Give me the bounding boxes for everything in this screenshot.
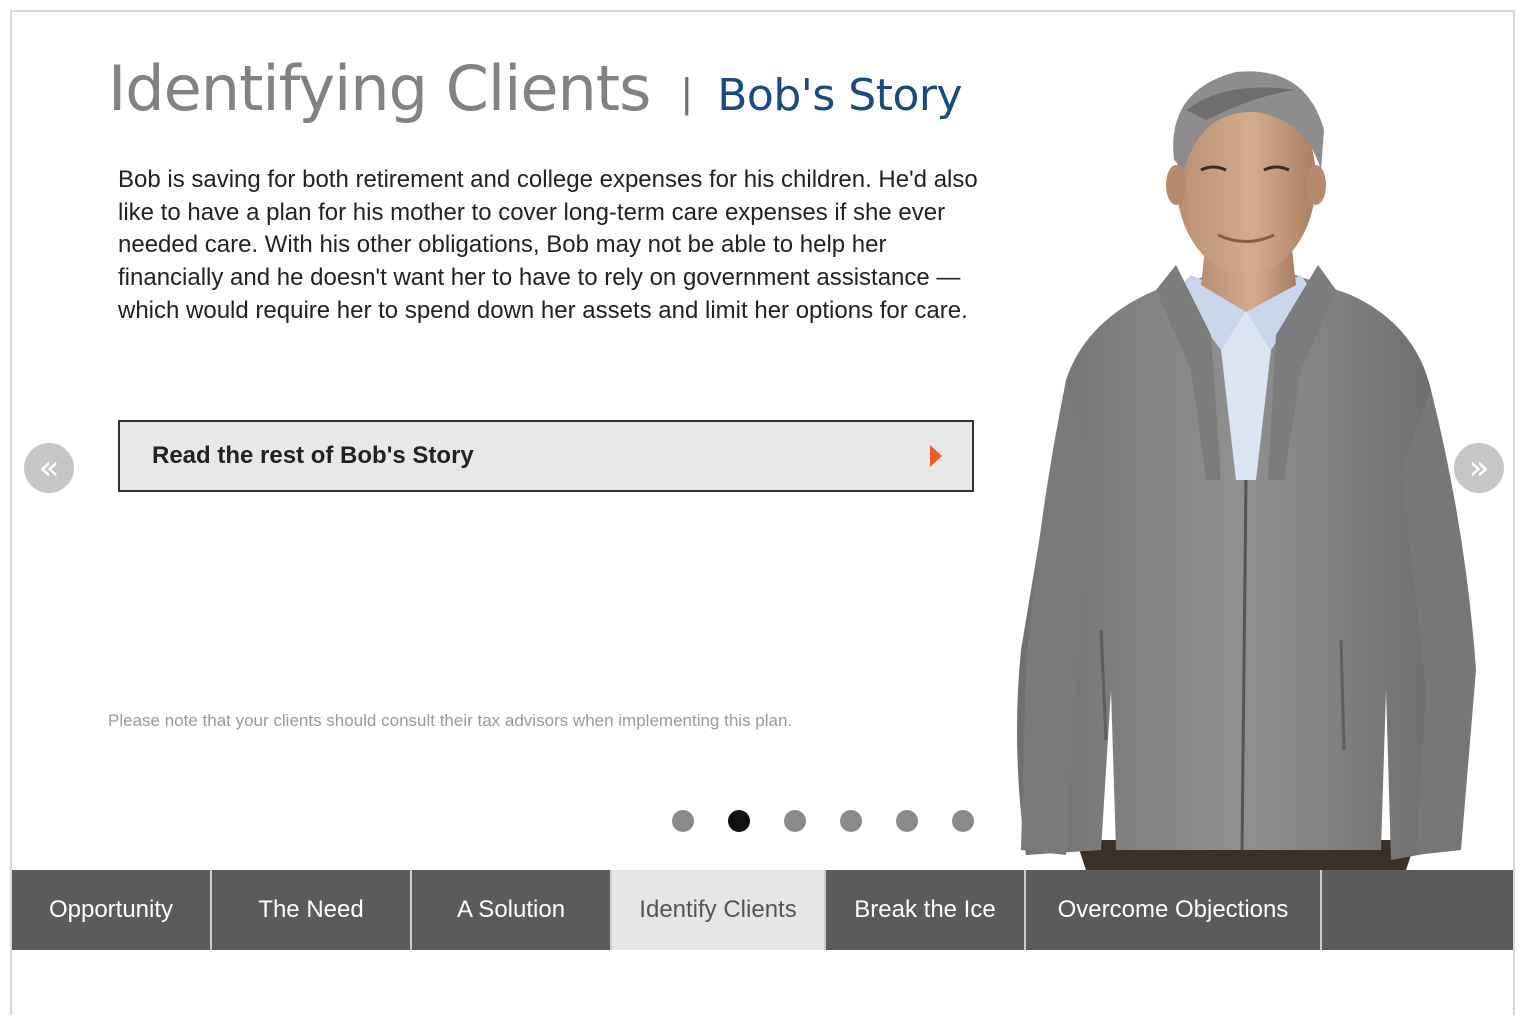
tab-label: Opportunity [48,896,174,923]
tab-opportunity[interactable]: Opportunity [12,870,212,950]
portrait-image [1017,71,1476,870]
section-tabs: Opportunity The Need A Solution Identify… [12,870,1513,950]
title-separator: | [680,71,694,115]
tab-a-solution[interactable]: A Solution [412,870,612,950]
read-story-label: Read the rest of Bob's Story [152,442,474,469]
tab-label: Identify Clients [639,896,797,923]
page-subtitle: Bob's Story [717,70,963,121]
tab-the-need[interactable]: The Need [212,870,412,950]
slide-dot-4[interactable] [840,810,862,832]
slide-indicator [672,810,974,832]
tab-label: Break the Ice [854,896,996,923]
story-paragraph: Bob is saving for both retirement and co… [118,166,978,324]
tab-overcome-objections[interactable]: Overcome Objections [1026,870,1322,950]
play-arrow-icon [930,445,942,467]
slide-dot-6[interactable] [952,810,974,832]
tax-advisor-note: Please note that your clients should con… [108,711,793,730]
slide-dot-5[interactable] [896,810,918,832]
tab-label: The Need [258,896,364,923]
page-heading: Identifying Clients | Bob's Story [108,52,963,125]
tab-label: Overcome Objections [1057,896,1289,923]
slide-dot-1[interactable] [672,810,694,832]
tab-label: A Solution [456,896,566,923]
double-chevron-left-icon: « [38,448,60,488]
previous-slide-button[interactable]: « [24,443,74,493]
tab-break-the-ice[interactable]: Break the Ice [826,870,1026,950]
page-title: Identifying Clients [108,52,651,125]
story-panel: Identifying Clients | Bob's Story Bob is… [10,10,1515,1015]
slide-dot-2[interactable] [728,810,750,832]
read-story-button[interactable]: Read the rest of Bob's Story [118,420,974,492]
tab-identify-clients[interactable]: Identify Clients [612,870,826,950]
slide-dot-3[interactable] [784,810,806,832]
